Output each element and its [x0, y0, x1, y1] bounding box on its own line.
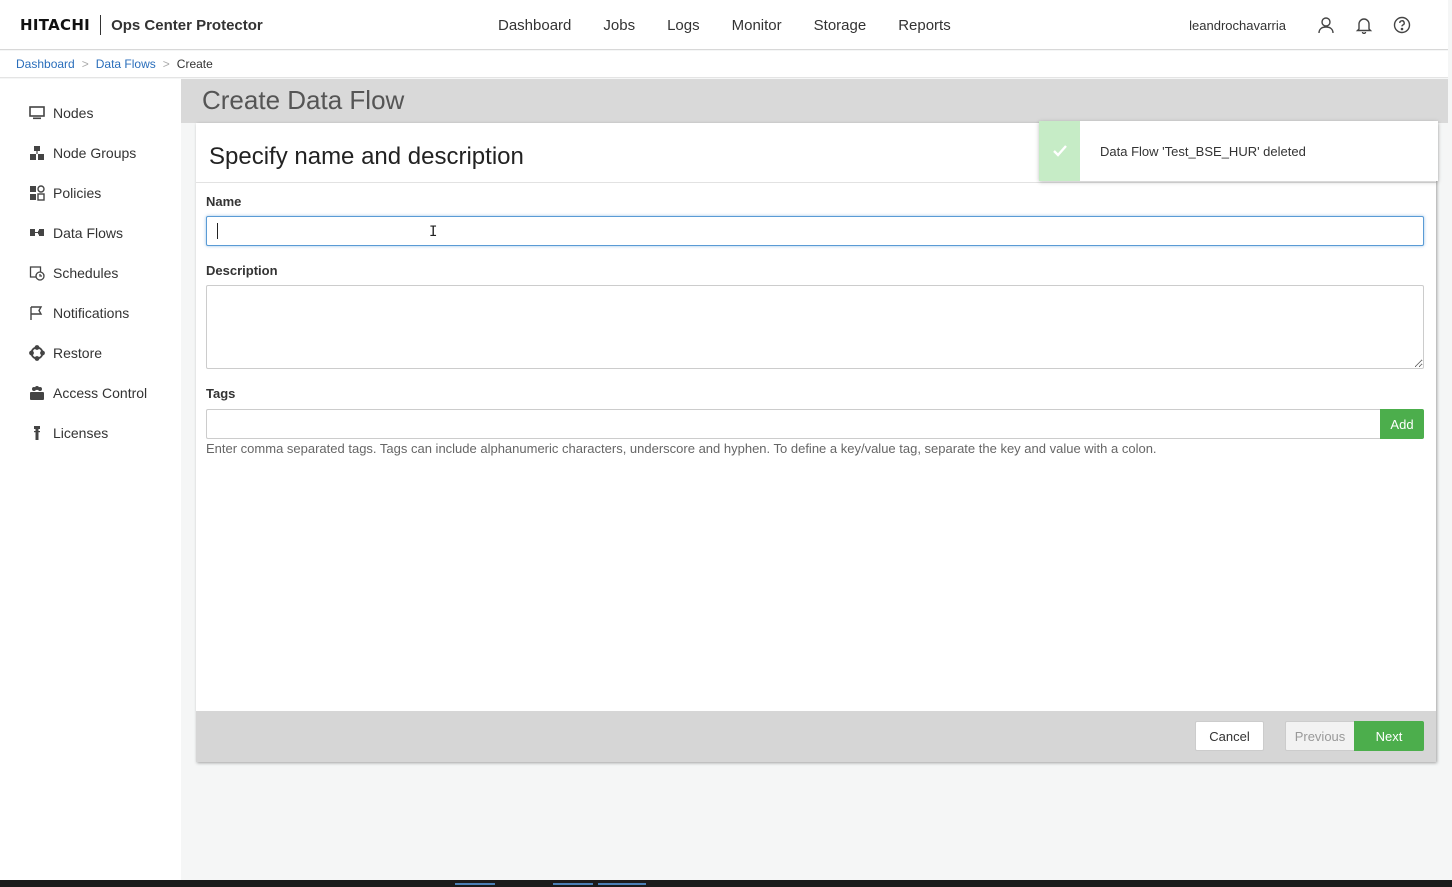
name-input[interactable]	[206, 216, 1424, 246]
sidebar-item-data-flows[interactable]: Data Flows	[0, 213, 181, 253]
sidebar-item-label: Licenses	[53, 425, 109, 441]
add-tag-button[interactable]: Add	[1380, 409, 1424, 439]
page-title: Create Data Flow	[202, 85, 405, 115]
sidebar-item-access-control[interactable]: Access Control	[0, 373, 181, 413]
section-title: Specify name and description	[209, 143, 524, 170]
sidebar-item-nodes[interactable]: Nodes	[0, 93, 181, 133]
sidebar-item-label: Nodes	[53, 105, 94, 121]
nav-dashboard[interactable]: Dashboard	[482, 17, 587, 34]
mouse-cursor-ibeam: I	[429, 224, 438, 240]
breadcrumb-data-flows[interactable]: Data Flows	[96, 57, 156, 71]
restore-icon	[28, 345, 45, 362]
nav-monitor[interactable]: Monitor	[716, 17, 798, 34]
sidebar-item-label: Schedules	[53, 265, 119, 281]
user-area: leandrochavarria	[1189, 0, 1412, 50]
sidebar-item-policies[interactable]: Policies	[0, 173, 181, 213]
text-caret	[217, 223, 218, 239]
sidebar-item-label: Restore	[53, 345, 103, 361]
tags-input[interactable]	[206, 409, 1381, 439]
breadcrumb-dashboard[interactable]: Dashboard	[16, 57, 75, 71]
wizard-footer: Cancel Previous Next	[196, 711, 1436, 762]
nav-jobs[interactable]: Jobs	[587, 17, 651, 34]
brand-divider	[100, 15, 102, 35]
sidebar-item-node-groups[interactable]: Node Groups	[0, 133, 181, 173]
next-button[interactable]: Next	[1354, 721, 1424, 751]
sidebar-item-label: Notifications	[53, 305, 130, 321]
sidebar-item-label: Node Groups	[53, 145, 137, 161]
tags-label: Tags	[206, 386, 236, 401]
wizard-panel: Specify name and description Name I Desc…	[196, 123, 1436, 762]
toast-message: Data Flow 'Test_BSE_HUR' deleted	[1100, 143, 1306, 159]
page-title-bar: Create Data Flow	[181, 79, 1448, 123]
taskbar-indicator	[598, 883, 646, 885]
flag-icon	[28, 305, 45, 322]
nav-reports[interactable]: Reports	[882, 17, 967, 34]
bell-icon[interactable]	[1354, 15, 1374, 35]
user-icon[interactable]	[1316, 15, 1336, 35]
license-icon	[28, 425, 45, 442]
hitachi-logo: HITACHI	[20, 16, 91, 34]
bottom-strip	[0, 880, 1452, 887]
sidebar-item-label: Policies	[53, 185, 102, 201]
node-groups-icon	[28, 145, 45, 162]
policies-icon	[28, 185, 45, 202]
sidebar-item-label: Data Flows	[53, 225, 124, 241]
sidebar-item-label: Access Control	[53, 385, 148, 401]
main-nav: Dashboard Jobs Logs Monitor Storage Repo…	[482, 0, 967, 50]
product-name: Ops Center Protector	[111, 16, 263, 34]
brand[interactable]: HITACHI Ops Center Protector	[20, 15, 263, 35]
monitor-icon	[28, 105, 45, 122]
schedules-icon	[28, 265, 45, 282]
top-header: HITACHI Ops Center Protector Dashboard J…	[0, 0, 1448, 50]
description-textarea[interactable]	[206, 285, 1424, 369]
nav-logs[interactable]: Logs	[651, 17, 716, 34]
breadcrumb-separator: >	[81, 57, 89, 71]
name-label: Name	[206, 194, 242, 209]
check-icon	[1039, 121, 1080, 181]
sidebar: Nodes Node Groups Policies Data Flows Sc…	[0, 79, 181, 880]
taskbar-indicator	[553, 883, 593, 885]
breadcrumb-current: Create	[176, 57, 213, 71]
nav-storage[interactable]: Storage	[798, 17, 883, 34]
previous-button[interactable]: Previous	[1285, 721, 1355, 751]
tags-help-text: Enter comma separated tags. Tags can inc…	[206, 441, 1157, 456]
sidebar-item-notifications[interactable]: Notifications	[0, 293, 181, 333]
help-icon[interactable]	[1392, 15, 1412, 35]
taskbar-indicator	[455, 883, 495, 885]
access-control-icon	[28, 385, 45, 402]
data-flows-icon	[28, 225, 45, 242]
sidebar-item-restore[interactable]: Restore	[0, 333, 181, 373]
sidebar-item-licenses[interactable]: Licenses	[0, 413, 181, 453]
breadcrumb: Dashboard > Data Flows > Create	[0, 51, 1448, 78]
cancel-button[interactable]: Cancel	[1195, 721, 1264, 751]
sidebar-item-schedules[interactable]: Schedules	[0, 253, 181, 293]
description-label: Description	[206, 263, 278, 278]
breadcrumb-separator: >	[162, 57, 170, 71]
username[interactable]: leandrochavarria	[1189, 18, 1286, 33]
toast-notification[interactable]: Data Flow 'Test_BSE_HUR' deleted	[1039, 121, 1438, 181]
